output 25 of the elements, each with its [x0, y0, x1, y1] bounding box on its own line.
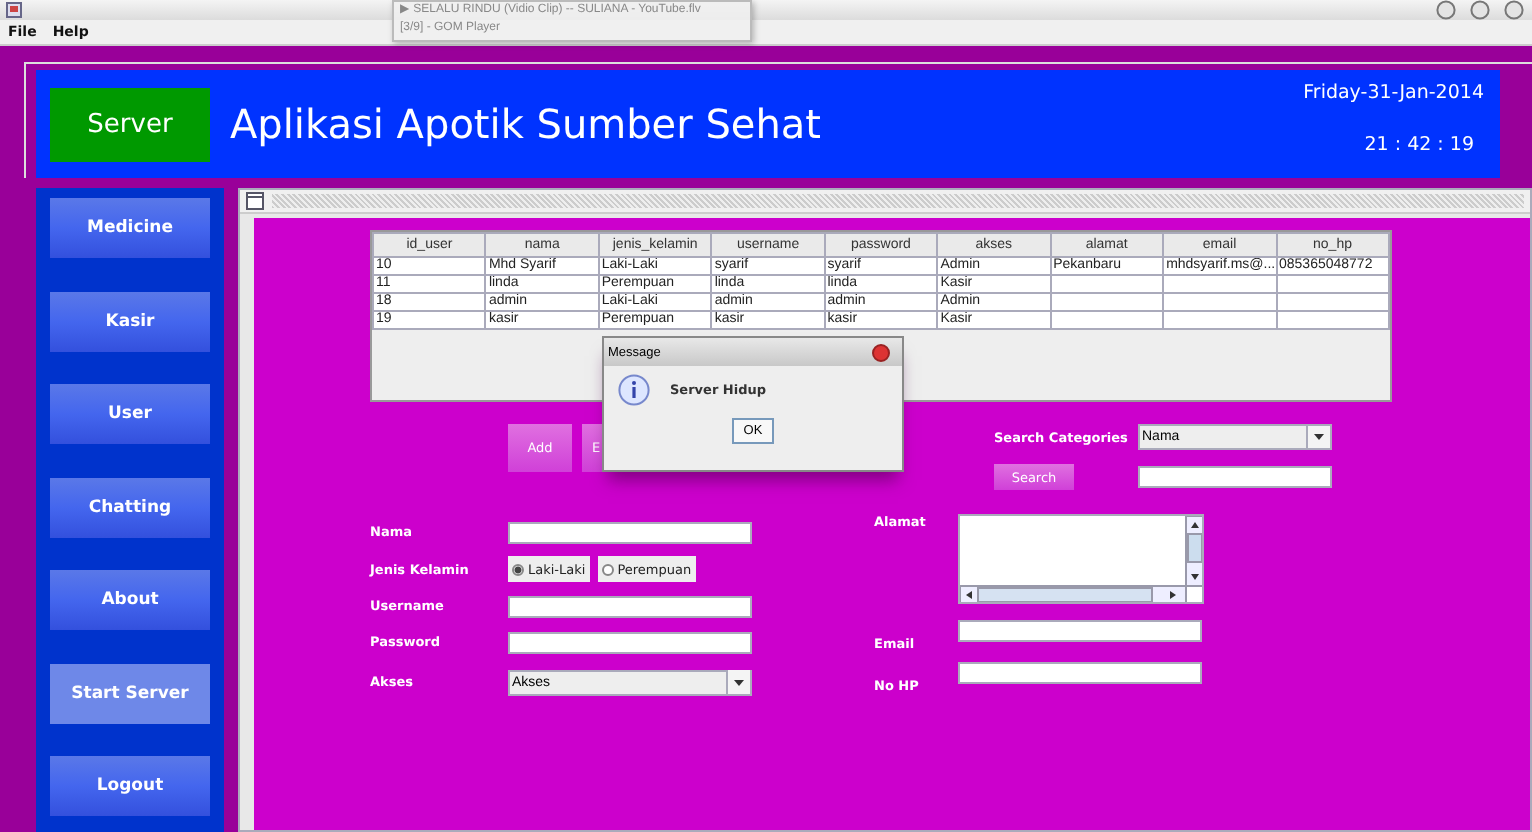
close-icon[interactable]	[872, 343, 890, 361]
minimize-button[interactable]	[1436, 0, 1456, 20]
search-field[interactable]	[1138, 466, 1332, 488]
frame-icon	[246, 192, 264, 210]
server-label: Server	[50, 87, 210, 161]
input-field[interactable]	[958, 662, 1202, 684]
info-icon	[618, 374, 650, 406]
app-title: Aplikasi Apotik Sumber Sehat	[230, 100, 823, 148]
maximize-button[interactable]	[1470, 0, 1490, 20]
nav-button[interactable]: About	[50, 570, 210, 630]
app-icon	[6, 2, 22, 18]
input-field[interactable]	[508, 521, 752, 543]
input-field[interactable]	[508, 595, 752, 617]
horizontal-scrollbar[interactable]	[960, 585, 1187, 602]
nav-button[interactable]: Chatting	[50, 477, 210, 537]
input-field[interactable]	[508, 631, 752, 653]
nav-button[interactable]: User	[50, 384, 210, 444]
nav-button[interactable]: Logout	[50, 756, 210, 816]
nav-button[interactable]: Medicine	[50, 198, 210, 258]
close-button[interactable]	[1504, 0, 1524, 20]
date-text: Friday-31-Jan-2014	[1303, 82, 1484, 104]
nav-button[interactable]: Kasir	[50, 291, 210, 351]
input-field[interactable]	[958, 620, 1202, 642]
vertical-scrollbar[interactable]	[1185, 516, 1202, 587]
time-text: 21 : 42 : 19	[1364, 134, 1474, 156]
